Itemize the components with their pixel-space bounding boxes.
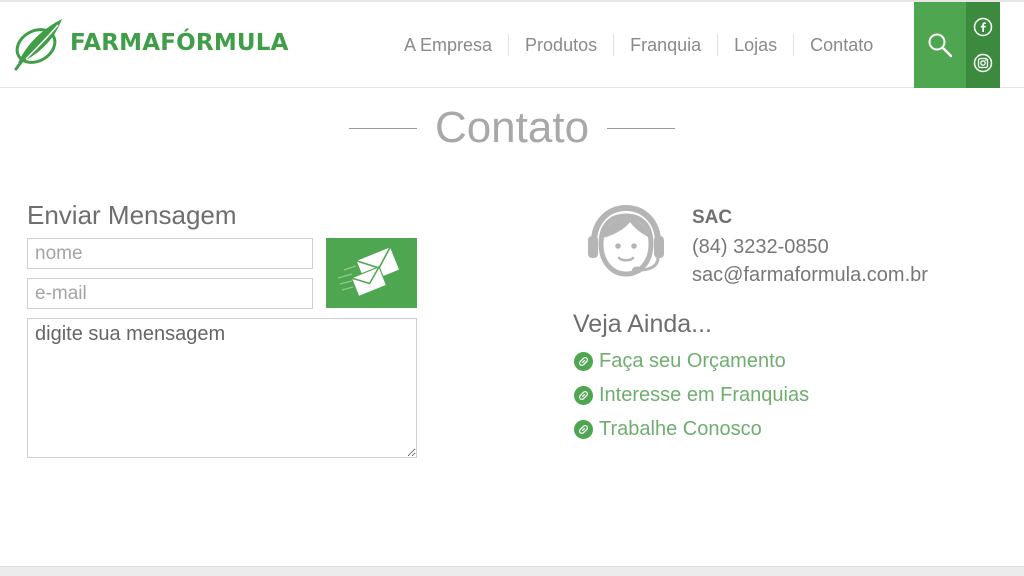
message-field[interactable]: [27, 318, 417, 458]
name-field[interactable]: [27, 238, 313, 269]
send-button[interactable]: [326, 238, 417, 308]
email-field[interactable]: [27, 278, 313, 309]
instagram-icon: [973, 53, 993, 72]
link-label: Interesse em Franquias: [599, 383, 810, 406]
social-links: [966, 2, 1000, 88]
sac-email[interactable]: sac@farmaformula.com.br: [692, 264, 928, 287]
veja-ainda-title: Veja Ainda...: [573, 310, 713, 338]
facebook-link[interactable]: [973, 17, 993, 37]
page-title: Contato: [434, 103, 590, 152]
link-faca-seu-orcamento[interactable]: Faça seu Orçamento: [574, 350, 786, 373]
link-icon: [574, 351, 593, 371]
nav-item-franquia[interactable]: Franquia: [613, 34, 717, 56]
page-title-block: Contato: [0, 100, 1024, 156]
main-nav: A Empresa Produtos Franquia Lojas Contat…: [388, 2, 889, 88]
leaf-logo-icon: [14, 19, 62, 71]
list-item: Interesse em Franquias: [574, 378, 809, 412]
search-button[interactable]: [914, 2, 966, 88]
link-interesse-em-franquias[interactable]: Interesse em Franquias: [574, 384, 809, 407]
link-icon: [574, 419, 593, 439]
link-trabalhe-conosco[interactable]: Trabalhe Conosco: [574, 418, 762, 441]
list-item: Trabalhe Conosco: [574, 412, 809, 446]
site-header: FARMAFÓRMULA A Empresa Produtos Franquia…: [0, 2, 1024, 88]
title-dash-left: [348, 127, 417, 129]
facebook-icon: [973, 18, 993, 37]
sac-title: SAC: [692, 207, 733, 228]
envelopes-icon: [337, 247, 399, 298]
sac-phone: (84) 3232-0850: [692, 236, 829, 258]
footer-strip: [0, 566, 1024, 576]
nav-item-lojas[interactable]: Lojas: [717, 34, 793, 56]
brand-name: FARMAFÓRMULA: [70, 30, 289, 56]
nav-item-contato[interactable]: Contato: [793, 34, 889, 56]
link-label: Faça seu Orçamento: [599, 349, 786, 372]
instagram-link[interactable]: [973, 53, 993, 73]
title-dash-right: [607, 127, 676, 129]
brand-logo[interactable]: FARMAFÓRMULA: [12, 14, 289, 72]
list-item: Faça seu Orçamento: [574, 344, 809, 378]
form-title: Enviar Mensagem: [27, 200, 237, 230]
nav-item-produtos[interactable]: Produtos: [508, 34, 613, 56]
sac-avatar: [584, 200, 668, 284]
headset-support-icon: [588, 204, 664, 277]
veja-ainda-links: Faça seu Orçamento Interesse em Franquia…: [574, 344, 809, 446]
link-label: Trabalhe Conosco: [599, 417, 762, 440]
nav-item-a-empresa[interactable]: A Empresa: [388, 34, 508, 56]
link-icon: [574, 385, 593, 405]
search-icon: [928, 33, 953, 58]
